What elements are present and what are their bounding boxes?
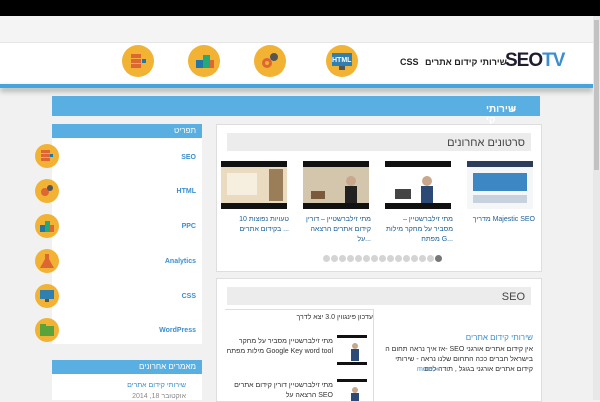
seo-panel: SEO עדכון פינגווין 3.0 יצא לדרך שירותי ק… xyxy=(216,278,542,402)
folder-icon[interactable] xyxy=(35,318,59,342)
carousel-dot[interactable] xyxy=(331,255,338,262)
flask-icon[interactable] xyxy=(35,249,59,273)
carousel-dot[interactable] xyxy=(435,255,442,262)
recent-posts: מאמרים אחרונים שירותי קידום אתרים אוקטוב… xyxy=(52,360,202,400)
header-top-strip xyxy=(0,16,593,43)
seo-article-text: אז איך נראה תחום ה- SEO אין קידום אתרים … xyxy=(385,346,533,373)
seo-video-text-1[interactable]: מתי זילברשטיין מסביר על מחקר מילות מפתח … xyxy=(225,337,333,357)
carousel-dot[interactable] xyxy=(387,255,394,262)
divider xyxy=(225,309,373,310)
carousel-dot[interactable] xyxy=(427,255,434,262)
carousel-dot[interactable] xyxy=(419,255,426,262)
carousel-dot[interactable] xyxy=(403,255,410,262)
seo-title: SEO xyxy=(501,291,525,303)
nav-html[interactable]: HTML xyxy=(332,57,351,64)
sidebar-title: תפריט xyxy=(174,126,196,135)
scrollbar[interactable] xyxy=(593,16,600,400)
scrollbar-thumb[interactable] xyxy=(594,20,599,170)
seo-video-text-2[interactable]: מתי זילברשטיין דורין קידום אתרים הרצאה ע… xyxy=(225,381,333,401)
carousel-dot[interactable] xyxy=(411,255,418,262)
seo-headline[interactable]: עדכון פינגווין 3.0 יצא לדרך xyxy=(225,313,373,323)
carousel-dot[interactable] xyxy=(323,255,330,262)
carousel-dot[interactable] xyxy=(371,255,378,262)
seo-list-icon[interactable] xyxy=(122,45,154,77)
carousel-dot[interactable] xyxy=(363,255,370,262)
sidebar-title-bar: תפריט xyxy=(52,124,202,138)
seo-title-bar: SEO xyxy=(227,287,531,305)
recent-date: אוקטובר 18, 2014 xyxy=(132,393,186,400)
blocks-icon[interactable] xyxy=(35,214,59,238)
gears-icon[interactable] xyxy=(35,179,59,203)
carousel-dot[interactable] xyxy=(395,255,402,262)
video-thumb-3[interactable] xyxy=(303,161,369,209)
video-thumb-2[interactable] xyxy=(385,161,451,209)
video-thumb-1[interactable] xyxy=(467,161,533,209)
carousel-dots xyxy=(323,255,443,263)
seo-video-thumb-1[interactable] xyxy=(337,335,367,365)
seo-stack-icon[interactable] xyxy=(35,144,59,168)
sidebar-menu: תפריט SEO HTML PPC Analytics CSS WordPre… xyxy=(35,124,202,344)
carousel-dot[interactable] xyxy=(379,255,386,262)
breadcrumb-label[interactable]: שירותי קי xyxy=(486,104,516,126)
carousel-dot[interactable] xyxy=(355,255,362,262)
nav-css[interactable]: CSS xyxy=(400,57,419,67)
more-link[interactable]: more » xyxy=(417,365,447,375)
video-caption-1[interactable]: מדריך Majestic SEO xyxy=(465,215,535,225)
video-caption-4[interactable]: 10 טעויות נפוצות בקידום אתרים ... xyxy=(219,215,289,235)
seo-video-thumb-2[interactable] xyxy=(337,379,367,401)
site-logo[interactable]: SEOTV xyxy=(505,50,565,72)
recent-title-bar: מאמרים אחרונים xyxy=(52,360,202,374)
monitor-icon[interactable] xyxy=(35,284,59,308)
recent-title: מאמרים אחרונים xyxy=(139,362,196,371)
seo-article-title[interactable]: שירותי קידום אתרים xyxy=(379,333,533,343)
nav-services[interactable]: שירותי קידום אתרים xyxy=(425,57,507,67)
sidebar-item-wordpress[interactable]: WordPress xyxy=(159,327,196,334)
sidebar-item-seo[interactable]: SEO xyxy=(181,154,196,161)
video-caption-2[interactable]: מתי זילברשטיין – מסביר על מחקר מילות מפת… xyxy=(383,215,453,245)
gears-icon[interactable] xyxy=(254,45,286,77)
video-caption-3[interactable]: מתי זילברשטיין – דורין קידום אתרים הרצאה… xyxy=(301,215,371,245)
sidebar-item-analytics[interactable]: Analytics xyxy=(165,258,196,265)
sidebar-item-html[interactable]: HTML xyxy=(177,188,196,195)
sidebar-item-ppc[interactable]: PPC xyxy=(182,223,196,230)
blocks-icon[interactable] xyxy=(188,45,220,77)
sidebar-item-css[interactable]: CSS xyxy=(182,293,196,300)
top-bar xyxy=(0,0,600,16)
videos-title: סרטונים אחרונים xyxy=(447,137,525,149)
breadcrumb: » שירותי קי xyxy=(52,96,540,126)
video-thumb-4[interactable] xyxy=(221,161,287,209)
column-divider xyxy=(373,309,374,401)
videos-title-bar: סרטונים אחרונים xyxy=(227,133,531,151)
carousel-dot[interactable] xyxy=(339,255,346,262)
carousel-dot[interactable] xyxy=(347,255,354,262)
recent-item[interactable]: שירותי קידום אתרים xyxy=(127,382,186,389)
videos-panel: סרטונים אחרונים מדריך Majestic SEO מתי ז… xyxy=(216,124,542,272)
header-divider xyxy=(0,84,593,88)
